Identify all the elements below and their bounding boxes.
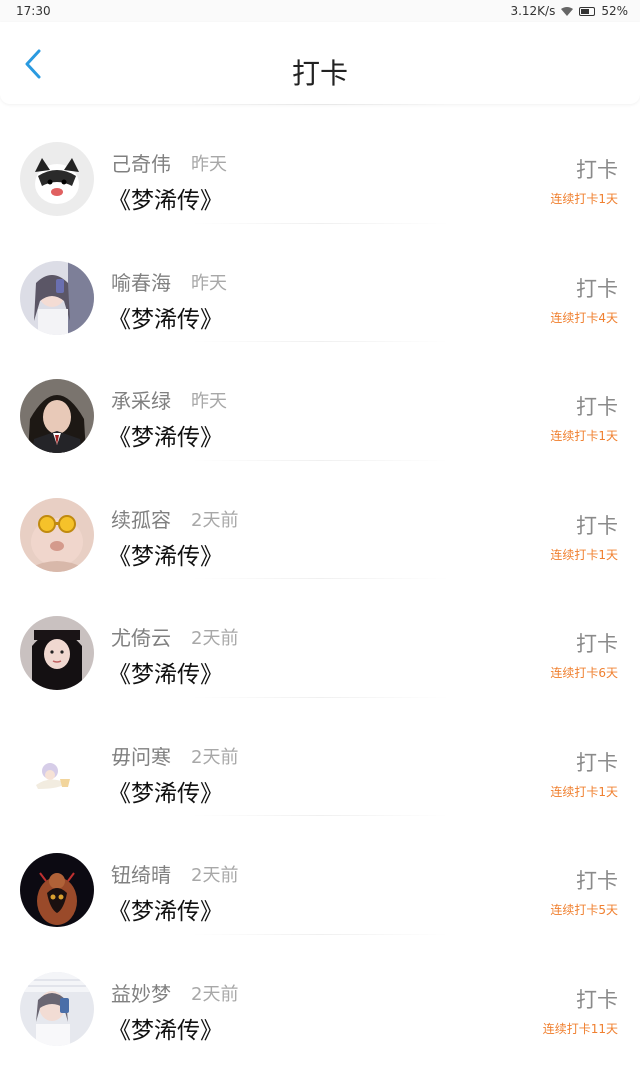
- streak-label: 连续打卡1天: [550, 429, 618, 443]
- streak-label: 连续打卡5天: [550, 903, 618, 917]
- avatar[interactable]: [20, 734, 94, 809]
- divider: [190, 815, 450, 816]
- user-name: 喻春海: [111, 270, 171, 295]
- checkin-button[interactable]: 打卡: [576, 154, 618, 184]
- divider: [190, 459, 450, 461]
- divider: [190, 341, 450, 342]
- checkin-button[interactable]: 打卡: [576, 865, 618, 895]
- status-right: 3.12K/s 52%: [510, 4, 628, 18]
- streak-label: 连续打卡6天: [550, 666, 618, 680]
- book-title[interactable]: 《梦浠传》: [108, 655, 223, 689]
- streak-label: 连续打卡1天: [550, 784, 618, 799]
- status-time: 17:30: [16, 4, 51, 18]
- user-name: 尤倚云: [111, 626, 171, 650]
- list-item: 钮绮晴 2天前 《梦浠传》 打卡 连续打卡5天: [0, 815, 640, 934]
- list-item: 喻春海 昨天 《梦浠传》 打卡 连续打卡4天: [0, 222, 640, 342]
- checkin-button[interactable]: 打卡: [576, 273, 618, 303]
- streak-label: 连续打卡1天: [550, 192, 618, 206]
- user-name: 己奇伟: [111, 152, 171, 176]
- avatar[interactable]: [20, 142, 94, 216]
- book-title[interactable]: 《梦浠传》: [108, 181, 223, 215]
- list-item: 尤倚云 2天前 《梦浠传》 打卡 连续打卡6天: [0, 578, 640, 697]
- avatar[interactable]: [20, 497, 94, 572]
- battery-icon: [579, 6, 596, 16]
- list-item: 己奇伟 昨天 《梦浠传》 打卡 连续打卡1天: [0, 104, 640, 223]
- book-title[interactable]: 《梦浠传》: [108, 537, 223, 571]
- divider: [190, 578, 450, 579]
- app-header: 打卡: [0, 22, 640, 104]
- user-name: 毋问寒: [111, 744, 171, 769]
- avatar[interactable]: [20, 616, 94, 690]
- user-name: 钮绮晴: [111, 863, 171, 887]
- battery-percent: 52%: [601, 4, 628, 18]
- divider: [190, 104, 450, 105]
- checkin-time: 昨天: [191, 391, 227, 412]
- book-title[interactable]: 《梦浠传》: [108, 418, 223, 452]
- page-title: 打卡: [291, 57, 348, 90]
- avatar[interactable]: [20, 971, 94, 1046]
- book-title[interactable]: 《梦浠传》: [108, 1011, 223, 1045]
- avatar[interactable]: [20, 260, 94, 335]
- checkin-time: 昨天: [191, 272, 227, 294]
- checkin-time: 2天前: [191, 983, 239, 1005]
- user-name: 续孤容: [111, 507, 171, 532]
- streak-label: 连续打卡4天: [550, 310, 618, 325]
- checkin-time: 昨天: [191, 154, 227, 175]
- network-speed: 3.12K/s: [510, 4, 556, 18]
- list-item: 承采绿 昨天 《梦浠传》 打卡 连续打卡1天: [0, 341, 640, 460]
- checkin-button[interactable]: 打卡: [576, 747, 618, 777]
- checkin-list: 己奇伟 昨天 《梦浠传》 打卡 连续打卡1天 喻春海 昨天 《梦浠传》 打卡 连…: [0, 104, 640, 1052]
- divider: [190, 933, 450, 935]
- checkin-time: 2天前: [191, 509, 239, 531]
- checkin-time: 2天前: [191, 746, 239, 768]
- book-title[interactable]: 《梦浠传》: [108, 892, 223, 926]
- user-name: 承采绿: [111, 389, 171, 413]
- streak-label: 连续打卡1天: [550, 547, 618, 562]
- avatar[interactable]: [20, 853, 94, 927]
- list-item: 毋问寒 2天前 《梦浠传》 打卡 连续打卡1天: [0, 696, 640, 816]
- divider: [190, 696, 450, 698]
- wifi-icon: [561, 6, 574, 16]
- checkin-button[interactable]: 打卡: [576, 510, 618, 540]
- checkin-button[interactable]: 打卡: [576, 984, 618, 1014]
- checkin-time: 2天前: [191, 628, 239, 649]
- list-item: 续孤容 2天前 《梦浠传》 打卡 连续打卡1天: [0, 459, 640, 579]
- streak-label: 连续打卡11天: [542, 1021, 618, 1036]
- book-title[interactable]: 《梦浠传》: [108, 774, 223, 808]
- checkin-button[interactable]: 打卡: [576, 391, 618, 421]
- checkin-time: 2天前: [191, 865, 239, 886]
- checkin-button[interactable]: 打卡: [576, 628, 618, 658]
- user-name: 益妙梦: [111, 981, 171, 1006]
- list-item: 益妙梦 2天前 《梦浠传》 打卡 连续打卡11天: [0, 933, 640, 1053]
- avatar[interactable]: [20, 379, 94, 453]
- book-title[interactable]: 《梦浠传》: [108, 300, 223, 334]
- status-bar: 17:30 3.12K/s 52%: [0, 0, 640, 22]
- divider: [190, 222, 450, 224]
